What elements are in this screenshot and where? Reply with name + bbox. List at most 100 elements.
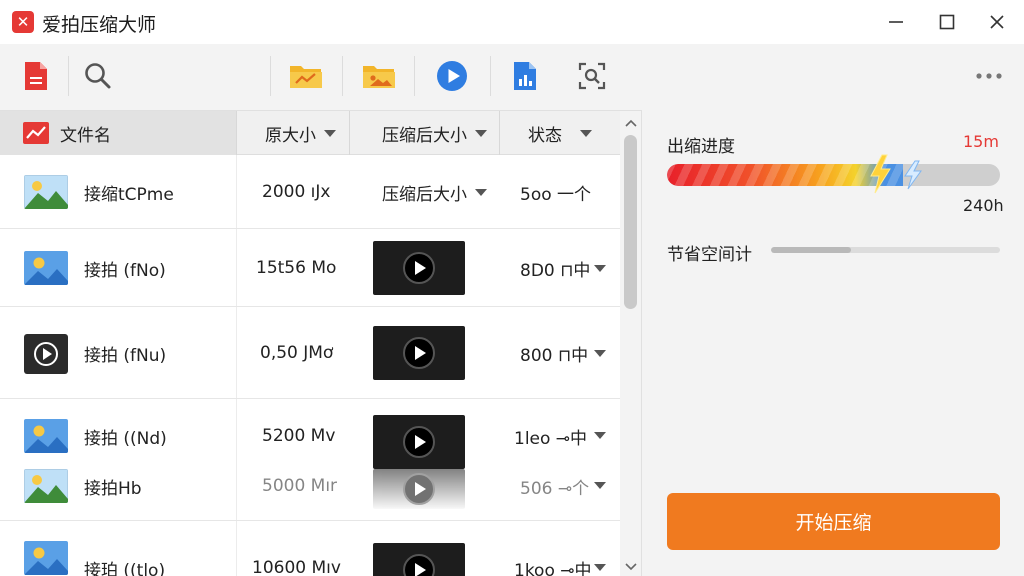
toolbar	[0, 44, 1024, 110]
maximize-button[interactable]	[927, 6, 967, 38]
file-name: 接拍 (fNo)	[84, 260, 166, 281]
more-options-button[interactable]	[967, 54, 1011, 98]
progress-bar	[667, 164, 1000, 186]
status-dropdown-icon[interactable]	[594, 265, 606, 272]
search-button[interactable]	[76, 54, 120, 98]
folder-chart-icon	[290, 66, 322, 88]
status-dropdown-icon[interactable]	[594, 482, 606, 489]
header-original-size[interactable]: 原大小	[237, 111, 349, 155]
toolbar-divider	[490, 56, 491, 96]
column-divider	[236, 229, 237, 306]
file-name: 接拍 (fNu)	[84, 345, 167, 366]
header-compressed-size-label: 压缩后大小	[382, 125, 467, 146]
play-icon	[403, 554, 435, 576]
progress-sub-label: 240h	[963, 196, 1004, 215]
report-button[interactable]	[503, 54, 547, 98]
header-filename-label: 文件名	[60, 125, 111, 146]
document-chart-icon	[514, 62, 536, 90]
start-compress-button[interactable]: 开始压缩	[667, 493, 1000, 550]
header-original-size-label: 原大小	[265, 125, 316, 146]
maximize-icon	[939, 14, 955, 30]
add-images-button[interactable]	[357, 54, 401, 98]
toolbar-divider	[342, 56, 343, 96]
status-dropdown-icon[interactable]	[594, 350, 606, 357]
more-icon	[976, 73, 1002, 79]
table-row[interactable]: 接缩tCPme 2000 ıJx 压缩后大小 5oo 一个	[0, 155, 620, 229]
minimize-icon	[889, 21, 903, 23]
sun-image-icon	[24, 251, 68, 285]
status: 1koo ⊸中	[514, 560, 592, 576]
open-folder-button[interactable]	[284, 54, 328, 98]
play-icon	[403, 252, 435, 284]
title-bar: ✕ 爱拍压缩大师	[0, 0, 1024, 44]
column-divider	[236, 521, 237, 576]
column-divider	[236, 155, 237, 228]
status: 1leo ⊸中	[514, 428, 588, 449]
sun-image-icon	[24, 541, 68, 575]
original-size: 5200 Mv	[262, 426, 336, 446]
chart-file-icon	[23, 122, 49, 144]
original-size: 5000 Mır	[262, 476, 338, 496]
status: 5oo 一个	[520, 184, 592, 205]
table-row[interactable]: 接拍 ((Nd) 5200 Mv 1leo ⊸中 接拍Hb 5000 Mır 5…	[0, 399, 620, 521]
header-filename[interactable]: 文件名	[0, 111, 236, 155]
original-size: 10600 Mıv	[252, 558, 341, 576]
scroll-thumb[interactable]	[624, 135, 637, 309]
lightning-spark-icon	[870, 154, 891, 194]
play-icon	[403, 426, 435, 458]
file-name: 接拍Hb	[84, 478, 142, 499]
dropdown-caret-icon[interactable]	[475, 188, 487, 196]
app-logo-icon: ✕	[12, 11, 34, 33]
sort-caret-icon	[324, 129, 336, 137]
close-button[interactable]	[977, 6, 1017, 38]
toolbar-divider	[68, 56, 69, 96]
video-preview-reflection	[373, 469, 465, 509]
video-file-icon	[24, 334, 68, 374]
folder-image-icon	[363, 66, 395, 88]
status: 506 ⊸个	[520, 478, 590, 499]
scan-button[interactable]	[570, 54, 614, 98]
video-preview[interactable]	[373, 415, 465, 469]
lightning-spark-icon	[904, 160, 922, 190]
close-icon	[990, 15, 1004, 29]
progress-label: 出缩进度	[667, 137, 735, 157]
landscape-image-icon	[24, 175, 68, 209]
status-dropdown-icon[interactable]	[594, 432, 606, 439]
header-status[interactable]: 状态	[500, 111, 620, 155]
header-status-label: 状态	[528, 125, 562, 146]
original-size: 0,50 JMơ	[260, 343, 334, 363]
landscape-image-icon	[24, 469, 68, 503]
app-title: 爱拍压缩大师	[42, 14, 157, 36]
status-dropdown-icon[interactable]	[594, 564, 606, 571]
search-icon	[85, 63, 111, 89]
minimize-button[interactable]	[876, 6, 916, 38]
table-row[interactable]: 接珀 ((tlo) 10600 Mıv 1koo ⊸中	[0, 521, 620, 576]
compression-panel: 出缩进度 15m 240h 节省空间计 开始压缩	[643, 110, 1024, 576]
table-row[interactable]: 接拍 (fNo) 15t56 Mo 8D0 ⊓中	[0, 229, 620, 307]
sun-image-icon	[24, 419, 68, 453]
header-compressed-size[interactable]: 压缩后大小	[350, 111, 499, 155]
file-name: 接拍 ((Nd)	[84, 428, 167, 449]
new-document-button[interactable]	[14, 54, 58, 98]
play-circle-icon	[437, 61, 467, 91]
toolbar-divider	[270, 56, 271, 96]
toolbar-divider	[414, 56, 415, 96]
video-preview[interactable]	[373, 241, 465, 295]
scrollbar[interactable]	[620, 111, 641, 576]
column-divider	[236, 307, 237, 398]
column-divider	[236, 399, 237, 520]
table-row[interactable]: 接拍 (fNu) 0,50 JMơ 800 ⊓中	[0, 307, 620, 399]
scroll-down-icon[interactable]	[625, 563, 637, 571]
compressed-size-label: 压缩后大小	[382, 184, 467, 205]
play-icon	[403, 473, 435, 505]
table-header: 文件名 原大小 压缩后大小 状态	[0, 111, 620, 155]
status: 8D0 ⊓中	[520, 260, 591, 281]
file-list-panel: 文件名 原大小 压缩后大小 状态 接缩tCPme 2000 ıJx 压缩后大小 …	[0, 110, 642, 576]
video-preview[interactable]	[373, 543, 465, 576]
play-preview-button[interactable]	[430, 54, 474, 98]
scroll-up-icon[interactable]	[625, 119, 637, 127]
original-size: 15t56 Mo	[256, 258, 337, 278]
scan-face-icon	[578, 62, 606, 90]
video-preview[interactable]	[373, 326, 465, 380]
sort-caret-icon	[475, 129, 487, 137]
